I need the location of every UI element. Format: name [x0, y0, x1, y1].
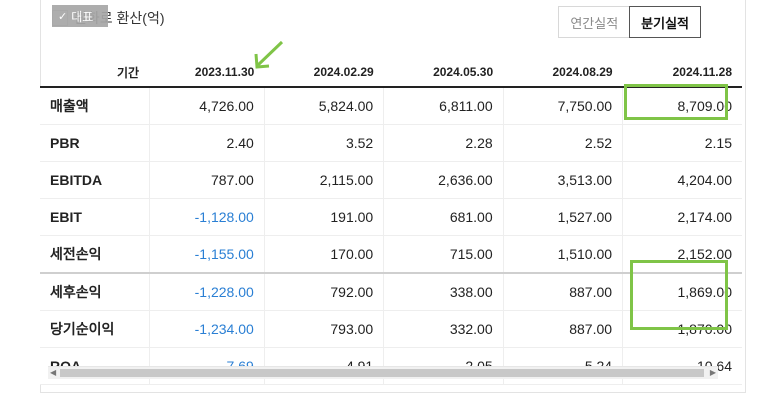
table-row: EBIT -1,128.00 191.00 681.00 1,527.00 2,… [40, 198, 742, 236]
header-period: 2024.08.29 [503, 58, 623, 88]
cell: -1,234.00 [148, 310, 265, 348]
cell: 715.00 [383, 235, 504, 274]
cell: 792.00 [263, 272, 384, 311]
scroll-right-icon[interactable]: ▶ [710, 367, 716, 379]
table-row: PBR 2.40 3.52 2.28 2.52 2.15 [40, 124, 742, 162]
table-row: 당기순이익 -1,234.00 793.00 332.00 887.00 1,8… [40, 310, 742, 348]
row-label: EBITDA [40, 161, 150, 199]
scroll-left-icon[interactable]: ◀ [50, 367, 56, 379]
period-toggle-group: 연간실적 분기실적 [558, 6, 701, 38]
cell: 1,869.00 [622, 272, 742, 311]
table-row: 매출액 4,726.00 5,824.00 6,811.00 7,750.00 … [40, 87, 742, 125]
cell: 8,709.00 [622, 87, 742, 125]
cell: 1,870.00 [622, 310, 742, 348]
header-period: 2024.05.30 [383, 58, 504, 88]
cell: 170.00 [263, 235, 384, 274]
cell: 2,636.00 [383, 161, 504, 199]
cell: 887.00 [502, 272, 623, 311]
cell: 338.00 [383, 272, 504, 311]
table-header-row: 기간 2023.11.30 2024.02.29 2024.05.30 2024… [40, 58, 742, 88]
cell: 332.00 [383, 310, 504, 348]
cell: 3,513.00 [502, 161, 623, 199]
cell: 793.00 [263, 310, 384, 348]
cell: 2,152.00 [622, 235, 742, 274]
cell: 3.52 [263, 124, 384, 162]
annual-results-button[interactable]: 연간실적 [558, 6, 631, 38]
representative-badge-label: 대표 [71, 9, 94, 24]
row-label: 매출액 [40, 87, 150, 125]
check-icon: ✓ [58, 10, 68, 23]
financial-table: 기간 2023.11.30 2024.02.29 2024.05.30 2024… [40, 58, 742, 385]
horizontal-scrollbar[interactable]: ◀ ▶ [48, 366, 718, 379]
cell: 6,811.00 [383, 87, 504, 125]
header-period: 2024.11.28 [622, 58, 742, 88]
cell: 4,726.00 [148, 87, 265, 125]
header-period: 2024.02.29 [264, 58, 384, 88]
cell: -1,155.00 [148, 235, 265, 274]
cell: 787.00 [148, 161, 265, 199]
cell: 5,824.00 [263, 87, 384, 125]
cell: 2.15 [622, 124, 742, 162]
cell: -1,128.00 [148, 198, 265, 236]
cell: 2,174.00 [622, 198, 742, 236]
cell: 887.00 [502, 310, 623, 348]
cell: 2.40 [148, 124, 265, 162]
cell: 4,204.00 [622, 161, 742, 199]
table-row: 세후손익 -1,228.00 792.00 338.00 887.00 1,86… [40, 272, 742, 311]
header-period-label: 기간 [40, 58, 150, 88]
cell: -1,228.00 [148, 272, 265, 311]
cell: 1,527.00 [502, 198, 623, 236]
row-label: 당기순이익 [40, 310, 150, 348]
row-label: 세전손익 [40, 235, 150, 274]
cell: 2,115.00 [263, 161, 384, 199]
cell: 191.00 [263, 198, 384, 236]
header-period: 2023.11.30 [149, 58, 265, 88]
quarterly-results-button[interactable]: 분기실적 [629, 6, 701, 38]
cell: 1,510.00 [502, 235, 623, 274]
row-label: 세후손익 [40, 272, 150, 311]
row-label: EBIT [40, 198, 150, 236]
cell: 2.52 [502, 124, 623, 162]
scrollbar-thumb[interactable] [60, 369, 704, 377]
table-row: 세전손익 -1,155.00 170.00 715.00 1,510.00 2,… [40, 235, 742, 274]
cell: 7,750.00 [502, 87, 623, 125]
cell: 2.28 [383, 124, 504, 162]
row-label: PBR [40, 124, 150, 162]
table-row: EBITDA 787.00 2,115.00 2,636.00 3,513.00… [40, 161, 742, 199]
cell: 681.00 [383, 198, 504, 236]
representative-badge: ✓ 대표 [52, 5, 108, 27]
